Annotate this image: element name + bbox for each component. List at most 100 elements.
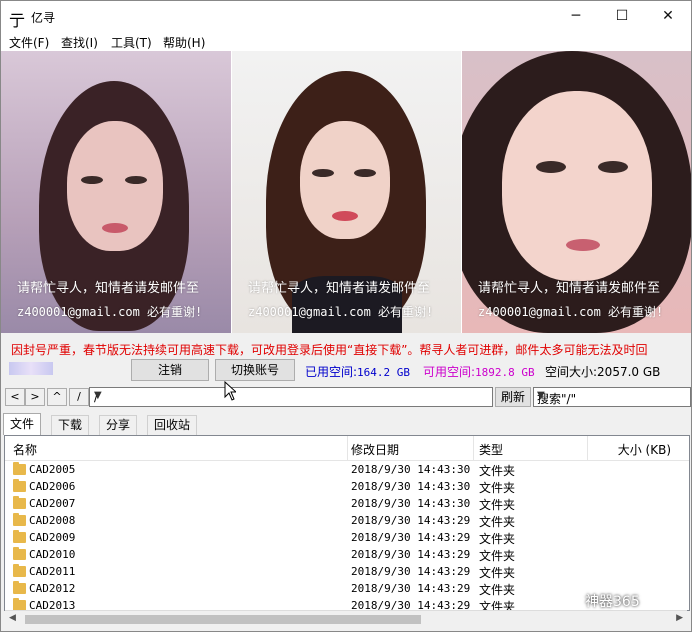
switch-account-button[interactable]: 切换账号 [215, 359, 295, 381]
table-row[interactable]: CAD2005 2018/9/30 14:43:30 文件夹 [5, 461, 689, 478]
app-logo-icon: 亍 [9, 11, 26, 30]
row-name: CAD2009 [29, 531, 76, 544]
menu-find[interactable]: 查找(I) [61, 34, 98, 51]
eye-shape [81, 176, 103, 184]
scroll-right-icon[interactable]: ▶ [676, 613, 683, 623]
tab-recycle-bin[interactable]: 回收站 [147, 415, 198, 435]
folder-icon [13, 513, 26, 526]
column-modified[interactable]: 修改日期 [351, 441, 399, 458]
account-status-row: 注销 切换账号 已用空间:164.2 GB 可用空间:1892.8 GB 空间大… [1, 359, 691, 381]
folder-icon [13, 564, 26, 577]
eye-shape [354, 169, 376, 177]
row-date: 2018/9/30 14:43:30 [351, 497, 471, 510]
navigation-bar: < > ^ / / ▼ 刷新 搜索"/" ▼ [1, 386, 691, 408]
column-divider[interactable] [587, 436, 588, 460]
menu-file[interactable]: 文件(F) [9, 34, 49, 51]
column-name[interactable]: 名称 [13, 441, 37, 458]
maximize-button[interactable]: ☐ [599, 1, 645, 31]
banner-message: 请帮忙寻人，知情者请发邮件至 [17, 281, 200, 296]
lips-shape [332, 211, 358, 221]
root-button[interactable]: / [69, 388, 89, 406]
available-space: 可用空间:1892.8 GB [423, 363, 535, 380]
username-blurred [9, 362, 53, 375]
back-button[interactable]: < [5, 388, 25, 406]
folder-icon [13, 547, 26, 560]
face-shape [502, 91, 652, 281]
row-type: 文件夹 [479, 464, 516, 478]
photo-2: 请帮忙寻人，知情者请发邮件至 z400001@gmail.com 必有重谢! [232, 51, 461, 333]
column-size[interactable]: 大小 (KB) [618, 441, 671, 458]
table-row[interactable]: CAD2010 2018/9/30 14:43:29 文件夹 [5, 546, 689, 563]
eye-shape [125, 176, 147, 184]
tab-shares[interactable]: 分享 [99, 415, 138, 435]
row-date: 2018/9/30 14:43:30 [351, 480, 471, 493]
close-button[interactable]: ✕ [645, 1, 691, 31]
row-type: 文件夹 [479, 481, 516, 495]
row-name: CAD2010 [29, 548, 76, 561]
row-date: 2018/9/30 14:43:29 [351, 582, 471, 595]
window-title: 亿寻 [31, 11, 56, 25]
row-name: CAD2011 [29, 565, 76, 578]
eye-shape [312, 169, 334, 177]
total-space: 空间大小:2057.0 GB [545, 363, 660, 380]
file-list[interactable]: 名称 修改日期 类型 大小 (KB) CAD2005 2018/9/30 14:… [4, 435, 690, 611]
banner-message: 请帮忙寻人，知情者请发邮件至 [248, 281, 431, 296]
scrollbar-thumb[interactable] [25, 615, 421, 624]
row-date: 2018/9/30 14:43:29 [351, 514, 471, 527]
folder-icon [13, 530, 26, 543]
tab-strip: 文件 下载 分享 回收站 [1, 413, 691, 435]
app-window: 亍 亿寻 ─ ☐ ✕ 文件(F) 查找(I) 工具(T) 帮助(H) 请帮忙寻人… [0, 0, 692, 632]
banner-message: 请帮忙寻人，知情者请发邮件至 [478, 281, 661, 296]
row-type: 文件夹 [479, 498, 516, 512]
banner-email: z400001@gmail.com 必有重谢! [248, 305, 434, 319]
horizontal-scrollbar[interactable]: ◀ ▶ [5, 610, 687, 628]
folder-icon [13, 496, 26, 509]
column-divider[interactable] [347, 436, 348, 460]
notice-text: 因封号严重，春节版无法持续可用高速下载，可改用登录后使用“直接下载”。帮寻人者可… [11, 343, 648, 357]
refresh-button[interactable]: 刷新 [495, 387, 531, 407]
photo-1: 请帮忙寻人，知情者请发邮件至 z400001@gmail.com 必有重谢! [1, 51, 231, 333]
table-row[interactable]: CAD2006 2018/9/30 14:43:30 文件夹 [5, 478, 689, 495]
scroll-left-icon[interactable]: ◀ [9, 613, 16, 623]
column-type[interactable]: 类型 [479, 441, 503, 458]
forward-button[interactable]: > [25, 388, 45, 406]
table-row[interactable]: CAD2008 2018/9/30 14:43:29 文件夹 [5, 512, 689, 529]
menu-bar: 文件(F) 查找(I) 工具(T) 帮助(H) [1, 31, 691, 51]
table-row[interactable]: CAD2009 2018/9/30 14:43:29 文件夹 [5, 529, 689, 546]
row-name: CAD2007 [29, 497, 76, 510]
row-type: 文件夹 [479, 549, 516, 563]
lips-shape [566, 239, 600, 251]
chevron-down-icon[interactable]: ▼ [537, 390, 688, 401]
chevron-down-icon[interactable]: ▼ [94, 390, 490, 401]
logout-button[interactable]: 注销 [131, 359, 209, 381]
mouse-pointer-icon [224, 381, 236, 401]
total-space-label: 空间大小: [545, 365, 598, 379]
used-space-label: 已用空间: [305, 365, 358, 379]
table-row[interactable]: CAD2011 2018/9/30 14:43:29 文件夹 [5, 563, 689, 580]
menu-tools[interactable]: 工具(T) [111, 34, 152, 51]
row-type: 文件夹 [479, 566, 516, 580]
banner-email: z400001@gmail.com 必有重谢! [478, 305, 664, 319]
row-type: 文件夹 [479, 515, 516, 529]
eye-shape [598, 161, 628, 173]
row-date: 2018/9/30 14:43:29 [351, 565, 471, 578]
photo-3: 请帮忙寻人，知情者请发邮件至 z400001@gmail.com 必有重谢! [462, 51, 691, 333]
folder-icon [13, 479, 26, 492]
title-bar[interactable]: 亍 亿寻 ─ ☐ ✕ [1, 1, 691, 31]
tab-files[interactable]: 文件 [3, 413, 42, 435]
watermark: 神器365 [585, 594, 640, 610]
row-type: 文件夹 [479, 532, 516, 546]
menu-help[interactable]: 帮助(H) [163, 34, 205, 51]
table-row[interactable]: CAD2007 2018/9/30 14:43:30 文件夹 [5, 495, 689, 512]
list-header: 名称 修改日期 类型 大小 (KB) [5, 436, 689, 461]
up-button[interactable]: ^ [47, 388, 67, 406]
minimize-button[interactable]: ─ [553, 1, 599, 31]
available-space-value: 1892.8 GB [475, 366, 535, 379]
column-divider[interactable] [473, 436, 474, 460]
search-combobox[interactable]: 搜索"/" ▼ [533, 387, 691, 407]
tab-downloads[interactable]: 下载 [51, 415, 90, 435]
path-combobox[interactable]: / ▼ [89, 387, 493, 407]
row-type: 文件夹 [479, 583, 516, 597]
face-shape [300, 121, 390, 239]
missing-person-banner: 请帮忙寻人，知情者请发邮件至 z400001@gmail.com 必有重谢! 请… [1, 51, 691, 333]
